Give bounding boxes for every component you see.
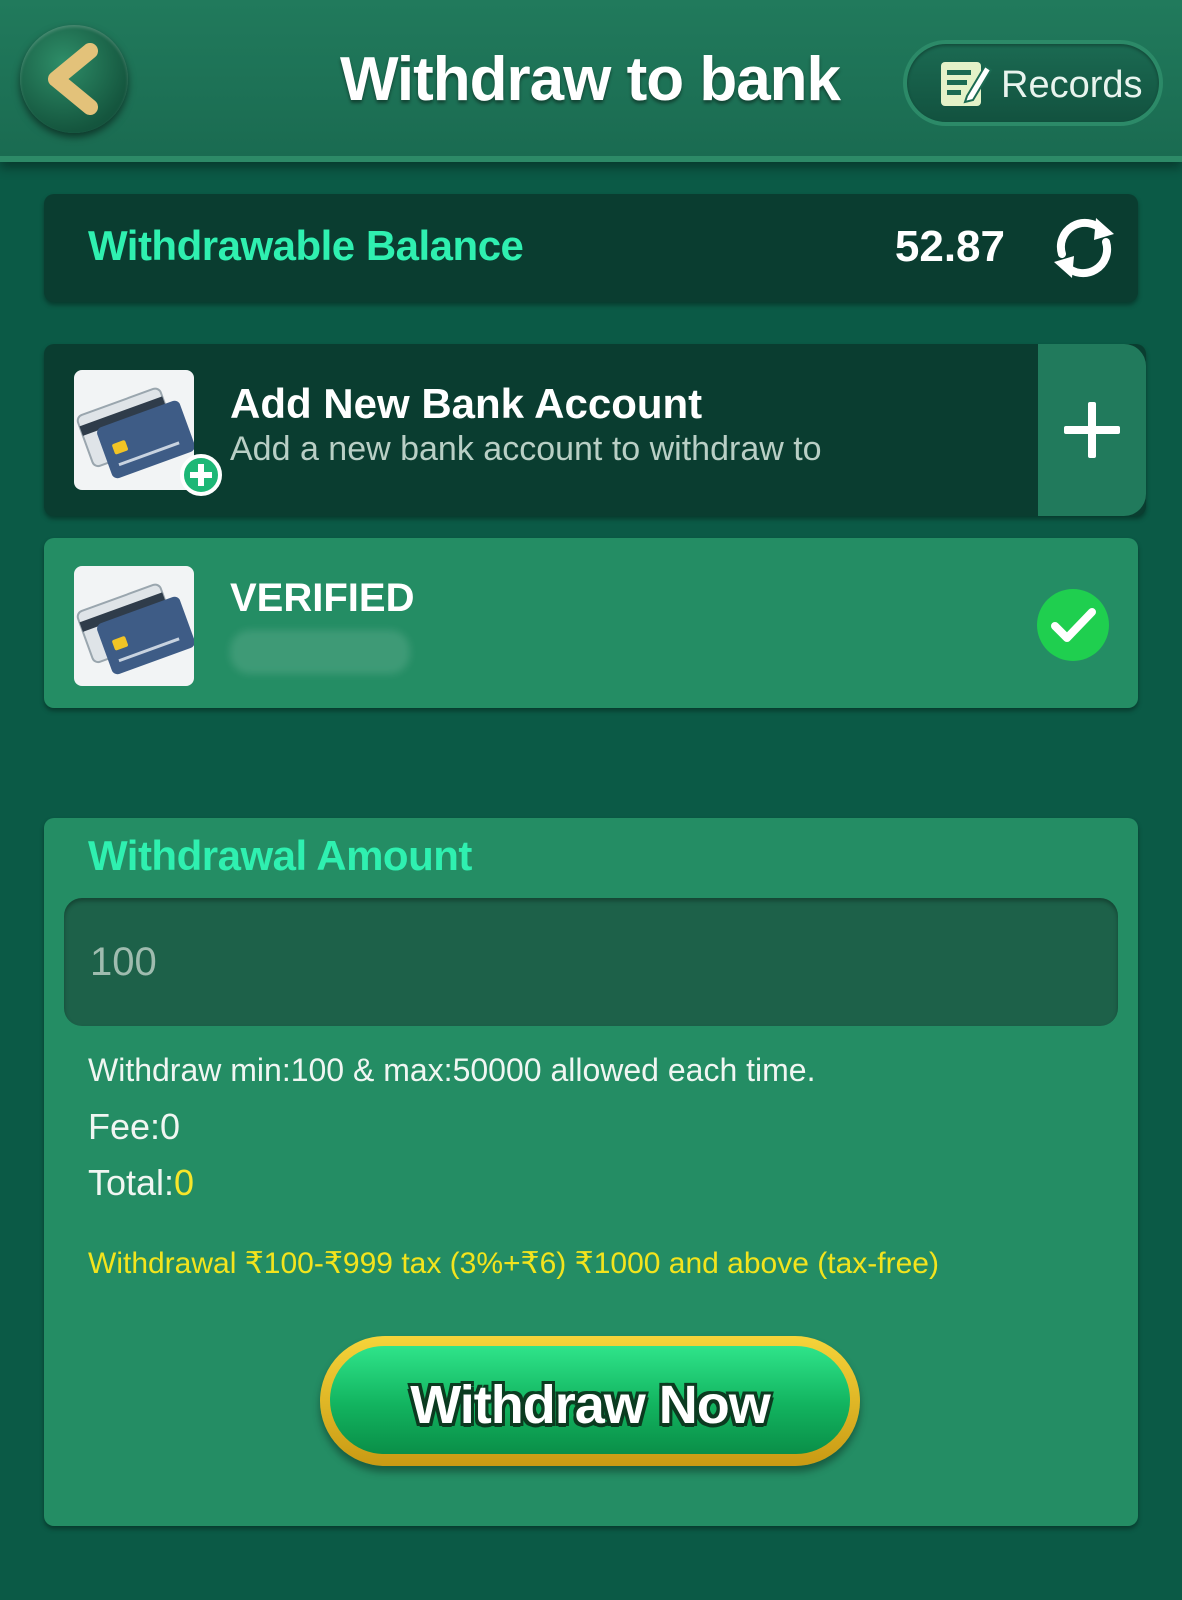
withdrawal-amount-panel: Withdrawal Amount Withdraw min:100 & max… <box>44 818 1138 1526</box>
back-button[interactable] <box>20 25 128 133</box>
top-bar: Withdraw to bank Records <box>0 0 1182 162</box>
withdraw-now-button-face: Withdraw Now <box>330 1346 850 1454</box>
withdraw-limits-text: Withdraw min:100 & max:50000 allowed eac… <box>88 1052 816 1088</box>
plus-icon <box>1064 402 1120 458</box>
balance-panel: Withdrawable Balance 52.87 <box>44 194 1138 302</box>
refresh-icon[interactable] <box>1044 208 1124 288</box>
bank-card-icon <box>74 566 195 686</box>
add-bank-account-card[interactable]: Add New Bank Account Add a new bank acco… <box>44 344 1146 516</box>
records-notepad-icon <box>941 62 993 106</box>
page-title: Withdraw to bank <box>339 45 841 114</box>
add-bank-button[interactable] <box>1038 344 1146 516</box>
add-bank-subtitle: Add a new bank account to withdraw to <box>230 430 822 468</box>
check-circle-icon <box>1037 589 1109 661</box>
balance-value: 52.87 <box>894 222 1005 271</box>
add-badge-icon <box>180 454 222 496</box>
fee-row: Fee:0 <box>88 1106 180 1148</box>
withdraw-now-button[interactable]: Withdraw Now <box>320 1336 860 1466</box>
bank-account-status: VERIFIED <box>230 576 415 620</box>
amount-input[interactable] <box>64 898 1118 1026</box>
total-label: Total: <box>88 1162 175 1203</box>
records-label: Records <box>1001 64 1143 106</box>
fee-value: 0 <box>160 1106 181 1147</box>
add-bank-title: Add New Bank Account <box>230 380 703 427</box>
withdraw-now-label: Withdraw Now <box>410 1375 771 1435</box>
total-row: Total:0 <box>88 1162 194 1204</box>
fee-label: Fee: <box>88 1106 161 1147</box>
bank-card-icon <box>74 370 195 490</box>
total-value: 0 <box>174 1162 195 1203</box>
back-chevron-icon <box>48 43 98 115</box>
withdrawal-amount-title: Withdrawal Amount <box>88 832 472 879</box>
records-button[interactable]: Records <box>903 40 1163 126</box>
balance-label: Withdrawable Balance <box>88 222 524 269</box>
redacted-account-number <box>230 630 410 674</box>
bank-account-item[interactable]: VERIFIED <box>44 538 1138 708</box>
tax-note: Withdrawal ₹100-₹999 tax (3%+₹6) ₹1000 a… <box>88 1247 939 1280</box>
